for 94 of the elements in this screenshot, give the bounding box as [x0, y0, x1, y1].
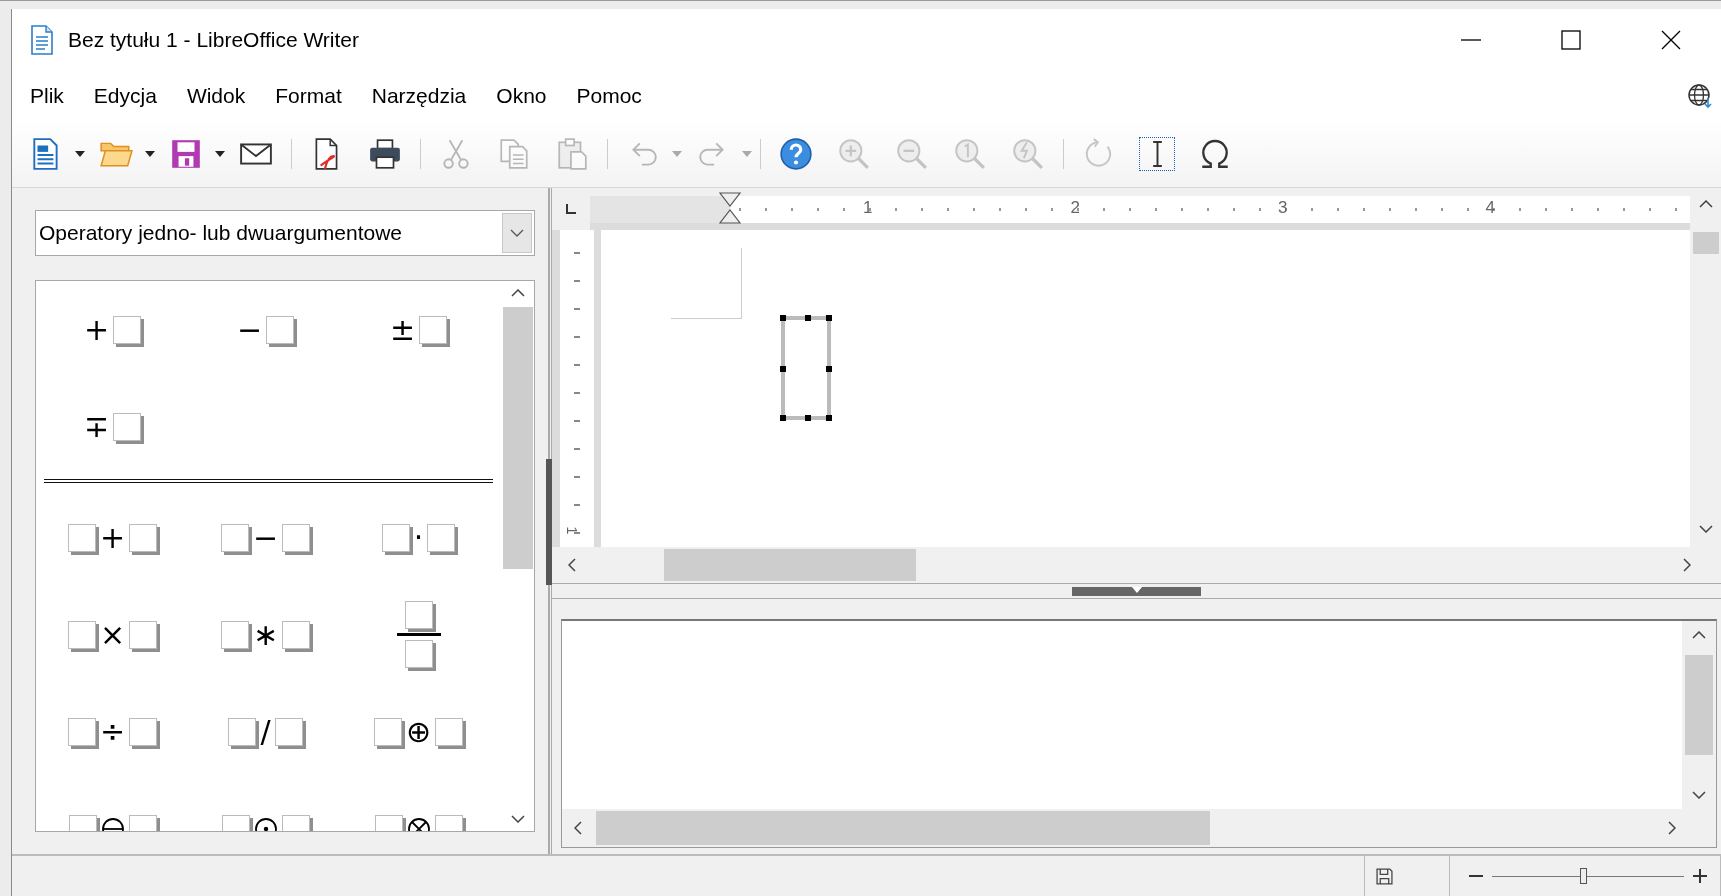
menu-item[interactable]: Widok	[172, 80, 260, 112]
caret-down-icon	[1131, 586, 1142, 593]
scrollbar-thumb[interactable]	[596, 811, 1210, 845]
element-button[interactable]: ×	[36, 586, 189, 683]
chevron-down-icon[interactable]	[1692, 791, 1706, 799]
placeholder-icon	[435, 717, 464, 746]
dropdown-arrow-icon[interactable]	[215, 151, 225, 157]
placeholder-icon	[67, 620, 96, 649]
placeholder-icon	[129, 717, 158, 746]
help-icon	[779, 137, 813, 171]
placeholder-icon	[113, 315, 142, 344]
placeholder-icon	[373, 717, 402, 746]
element-button[interactable]: +	[36, 281, 189, 378]
ruler-number: 4	[1485, 198, 1495, 218]
dropdown-arrow-icon[interactable]	[145, 151, 155, 157]
tab-stop-icon[interactable]	[566, 204, 576, 214]
element-button[interactable]: /	[189, 683, 342, 780]
minimize-icon	[1461, 39, 1481, 41]
fraction-line	[396, 633, 441, 636]
placeholder-icon	[419, 315, 448, 344]
chevron-down-icon[interactable]	[1698, 525, 1713, 533]
scrollbar-thumb[interactable]	[502, 307, 533, 569]
menu-item[interactable]: Format	[261, 80, 356, 112]
category-dropdown[interactable]: Operatory jedno- lub dwuargumentowe	[35, 210, 535, 256]
zoom-100-icon	[953, 137, 987, 171]
globe-icon[interactable]	[1687, 83, 1713, 109]
chevron-up-icon[interactable]	[1698, 200, 1713, 208]
ruler-number: 2	[1070, 198, 1080, 218]
menu-item[interactable]: Pomoc	[562, 80, 656, 112]
splitter-handle[interactable]	[1072, 586, 1201, 596]
scrollbar-thumb[interactable]	[1692, 232, 1719, 254]
chevron-up-icon[interactable]	[510, 289, 525, 297]
chevron-right-icon[interactable]	[1668, 821, 1676, 835]
zoom-in-icon	[837, 137, 871, 171]
window-title: Bez tytułu 1 - LibreOffice Writer	[68, 28, 359, 52]
scrollbar-thumb[interactable]	[664, 549, 916, 581]
indent-marker-icon[interactable]	[719, 192, 741, 224]
placeholder-icon	[404, 640, 433, 668]
menu-item[interactable]: Edycja	[79, 80, 171, 112]
menu-item[interactable]: Okno	[482, 80, 561, 112]
maximize-icon	[1561, 30, 1581, 50]
placeholder-icon	[282, 620, 311, 649]
element-button[interactable]: −	[189, 489, 342, 586]
placeholder-icon	[220, 620, 249, 649]
ruler-number: 1	[563, 526, 581, 535]
ruler-number: 1	[863, 198, 873, 218]
element-button[interactable]: +	[36, 489, 189, 586]
placeholder-icon	[220, 523, 249, 552]
page-margin-corner	[671, 248, 742, 319]
element-button[interactable]: ⊕	[342, 683, 495, 780]
panel-splitter-handle[interactable]	[546, 459, 552, 585]
placeholder-icon	[282, 523, 311, 552]
save-status-icon[interactable]	[1375, 867, 1393, 885]
element-button[interactable]: ±	[342, 281, 495, 378]
close-icon	[1661, 30, 1681, 50]
menu-item[interactable]: Narzędzia	[357, 80, 481, 112]
placeholder-icon	[129, 620, 158, 649]
copy-icon	[497, 137, 531, 171]
paste-icon	[555, 137, 589, 171]
formula-frame[interactable]	[781, 316, 831, 420]
placeholder-icon	[427, 523, 456, 552]
chevron-right-icon[interactable]	[1683, 558, 1691, 572]
placeholder-icon	[129, 523, 158, 552]
print-icon	[368, 137, 402, 171]
placeholder-icon	[266, 315, 295, 344]
slider-thumb[interactable]	[1580, 868, 1588, 884]
zoom-out-icon	[895, 137, 929, 171]
menu-item[interactable]: Plik	[16, 80, 78, 112]
element-button[interactable]: ÷	[36, 683, 189, 780]
element-button[interactable]: −	[189, 281, 342, 378]
placeholder-icon	[274, 717, 303, 746]
zoom-in-icon[interactable]	[1692, 868, 1708, 884]
scrollbar-thumb[interactable]	[1685, 655, 1713, 755]
horizontal-scrollbar[interactable]	[552, 547, 1721, 584]
element-button[interactable]: ·	[342, 489, 495, 586]
placeholder-icon	[228, 717, 257, 746]
ruler-number: 3	[1278, 198, 1288, 218]
document-icon	[30, 25, 54, 55]
placeholder-icon	[113, 412, 142, 441]
chevron-down-icon	[510, 229, 524, 237]
element-button[interactable]: ∓	[36, 378, 189, 475]
placeholder-icon	[381, 523, 410, 552]
element-button[interactable]: ∗	[189, 586, 342, 683]
dropdown-arrow-icon[interactable]	[75, 151, 85, 157]
zoom-page-icon	[1011, 137, 1045, 171]
placeholder-icon	[67, 717, 96, 746]
chevron-left-icon[interactable]	[574, 821, 582, 835]
save-icon	[169, 137, 203, 171]
placeholder-icon	[404, 601, 433, 629]
formula-cursor-icon	[1151, 141, 1163, 167]
chevron-up-icon[interactable]	[1692, 631, 1706, 639]
chevron-down-icon[interactable]	[510, 815, 525, 823]
chevron-left-icon[interactable]	[568, 558, 576, 572]
placeholder-icon	[67, 523, 96, 552]
